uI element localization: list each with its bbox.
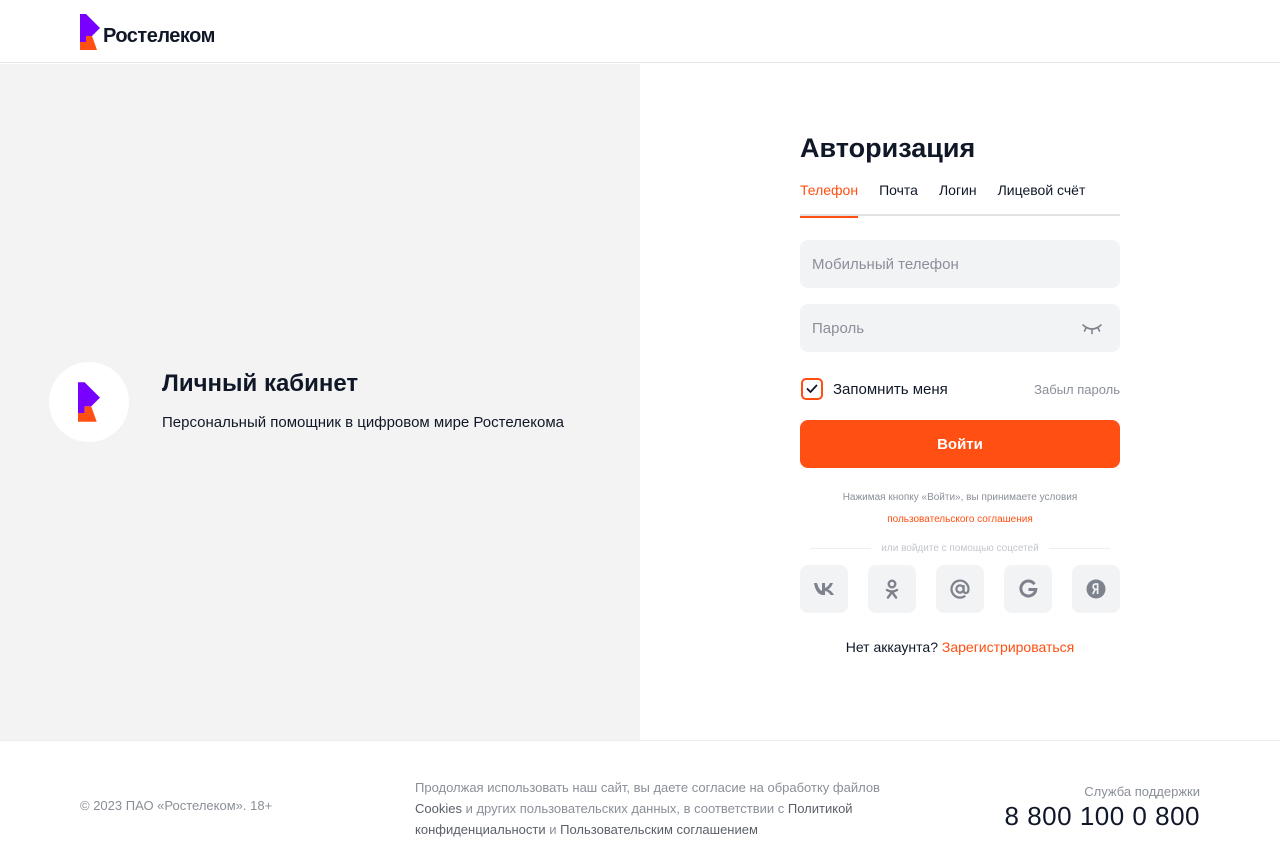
google-icon	[1019, 579, 1038, 598]
support-phone[interactable]: 8 800 100 0 800	[1005, 801, 1200, 832]
mail-icon	[950, 579, 970, 599]
divider-line	[810, 547, 872, 549]
remember-label: Запомнить меня	[833, 380, 948, 398]
auth-form: Авторизация Телефон Почта Логин Лицевой …	[800, 130, 1120, 655]
legal-text: Продолжая использовать наш сайт, вы дает…	[415, 780, 880, 795]
promo-logo	[49, 362, 129, 442]
footer: © 2023 ПАО «Ростелеком». 18+ Продолжая и…	[0, 740, 1280, 868]
promo-subtitle: Персональный помощник в цифровом мире Ро…	[162, 414, 564, 431]
auth-panel: Авторизация Телефон Почта Логин Лицевой …	[640, 64, 1280, 740]
tab-phone[interactable]: Телефон	[800, 180, 859, 218]
copyright: © 2023 ПАО «Ростелеком». 18+	[80, 798, 273, 813]
no-account-text: Нет аккаунта?	[845, 639, 938, 655]
legal-notice: Продолжая использовать наш сайт, вы дает…	[415, 777, 885, 840]
register-row: Нет аккаунта? Зарегистрироваться	[800, 639, 1120, 655]
header: Ростелеком	[0, 0, 1280, 63]
tab-email[interactable]: Почта	[879, 180, 918, 216]
ok-icon	[885, 579, 899, 599]
auth-tabs: Телефон Почта Логин Лицевой счёт	[800, 180, 1120, 218]
yandex-icon	[1086, 579, 1106, 599]
legal-text: и других пользовательских данных, в соот…	[465, 801, 785, 816]
register-link[interactable]: Зарегистрироваться	[942, 639, 1074, 655]
phone-field	[800, 240, 1120, 288]
yandex-login-button[interactable]	[1072, 565, 1120, 613]
terms-notice: Нажимая кнопку «Войти», вы принимаете ус…	[800, 487, 1120, 531]
user-agreement-footer-link[interactable]: Пользовательским соглашением	[560, 822, 758, 837]
tab-account[interactable]: Лицевой счёт	[998, 180, 1086, 216]
terms-text: Нажимая кнопку «Войти», вы принимаете ус…	[842, 492, 1078, 503]
tab-login[interactable]: Логин	[939, 180, 977, 216]
vk-icon	[814, 583, 834, 595]
social-login-buttons	[800, 565, 1120, 613]
rostelecom-logo-icon	[80, 14, 100, 50]
ok-login-button[interactable]	[868, 565, 916, 613]
rostelecom-logo-icon	[78, 382, 100, 422]
vk-login-button[interactable]	[800, 565, 848, 613]
promo-panel: Личный кабинет Персональный помощник в ц…	[0, 64, 640, 740]
forgot-password-link[interactable]: Забыл пароль	[1034, 382, 1120, 397]
user-agreement-link[interactable]: пользовательского соглашения	[887, 514, 1033, 525]
legal-text: и	[549, 822, 557, 837]
login-button[interactable]: Войти	[800, 420, 1120, 468]
check-icon	[806, 384, 818, 393]
eye-closed-icon[interactable]	[1082, 321, 1102, 335]
cookies-link[interactable]: Cookies	[415, 801, 462, 816]
social-divider-text: или войдите с помощью соцсетей	[881, 542, 1039, 554]
support-label: Служба поддержки	[1084, 784, 1200, 799]
phone-input[interactable]	[800, 240, 1120, 288]
password-field	[800, 304, 1120, 352]
social-divider: или войдите с помощью соцсетей	[800, 541, 1120, 555]
remember-checkbox[interactable]	[801, 378, 823, 400]
google-login-button[interactable]	[1004, 565, 1052, 613]
remember-me[interactable]: Запомнить меня	[800, 378, 948, 400]
remember-row: Запомнить меня Забыл пароль	[800, 377, 1120, 401]
promo-title: Личный кабинет	[162, 370, 359, 397]
support-block: Служба поддержки 8 800 100 0 800	[1005, 784, 1200, 832]
brand-name: Ростелеком	[103, 24, 215, 47]
form-title: Авторизация	[800, 133, 976, 163]
divider-line	[1048, 547, 1110, 549]
password-input[interactable]	[800, 304, 1120, 352]
mailru-login-button[interactable]	[936, 565, 984, 613]
brand-logo[interactable]: Ростелеком	[80, 14, 215, 50]
